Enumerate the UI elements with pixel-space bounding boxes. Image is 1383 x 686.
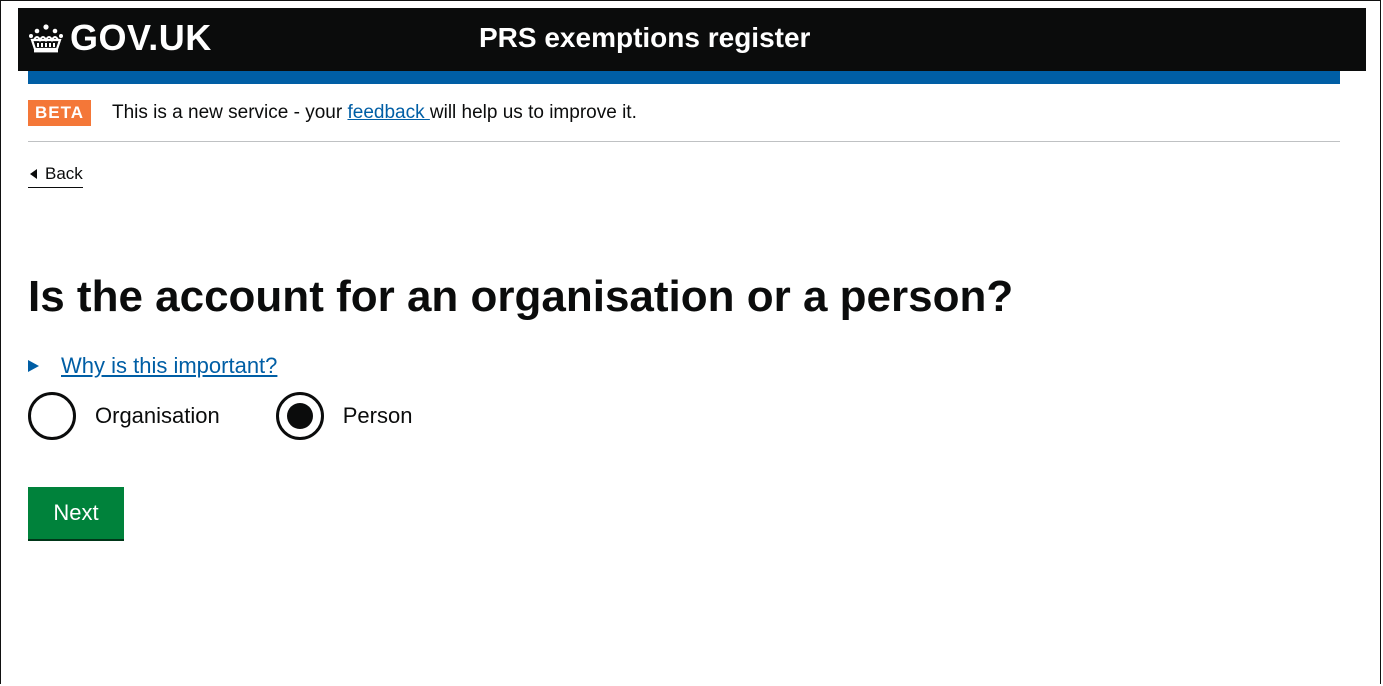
details-summary-link[interactable]: Why is this important? — [61, 352, 277, 380]
radio-option-person[interactable]: Person — [275, 392, 413, 440]
triangle-right-icon — [28, 360, 39, 372]
back-link-label: Back — [45, 164, 83, 183]
service-name-link[interactable]: PRS exemptions register — [479, 20, 810, 56]
beta-banner-text: This is a new service - your feedback wi… — [112, 101, 637, 125]
radio-person-label[interactable]: Person — [343, 402, 413, 430]
feedback-link[interactable]: feedback — [347, 102, 429, 123]
beta-text-after: will help us to improve it. — [429, 102, 637, 123]
govuk-logo-text: GOV.UK — [70, 17, 212, 58]
why-important-details[interactable]: Why is this important? — [28, 352, 277, 380]
govuk-header: GOV.UK PRS exemptions register — [18, 8, 1366, 71]
back-arrow-icon — [30, 169, 37, 179]
beta-text-before: This is a new service - your — [112, 102, 348, 123]
next-button[interactable]: Next — [28, 487, 124, 539]
radio-option-organisation[interactable]: Organisation — [28, 392, 220, 440]
radio-organisation-input[interactable] — [28, 392, 76, 440]
account-type-radios: Organisation Person — [28, 392, 467, 440]
header-blue-bar — [28, 71, 1340, 84]
radio-organisation-label[interactable]: Organisation — [95, 402, 220, 430]
page-title: Is the account for an organisation or a … — [28, 272, 1014, 321]
phase-banner: BETA This is a new service - your feedba… — [28, 100, 1340, 142]
govuk-logo-link[interactable]: GOV.UK — [28, 18, 212, 58]
radio-person-input[interactable] — [275, 392, 324, 440]
back-link[interactable]: Back — [28, 163, 83, 188]
beta-tag: BETA — [28, 100, 92, 126]
crown-icon — [29, 24, 63, 53]
